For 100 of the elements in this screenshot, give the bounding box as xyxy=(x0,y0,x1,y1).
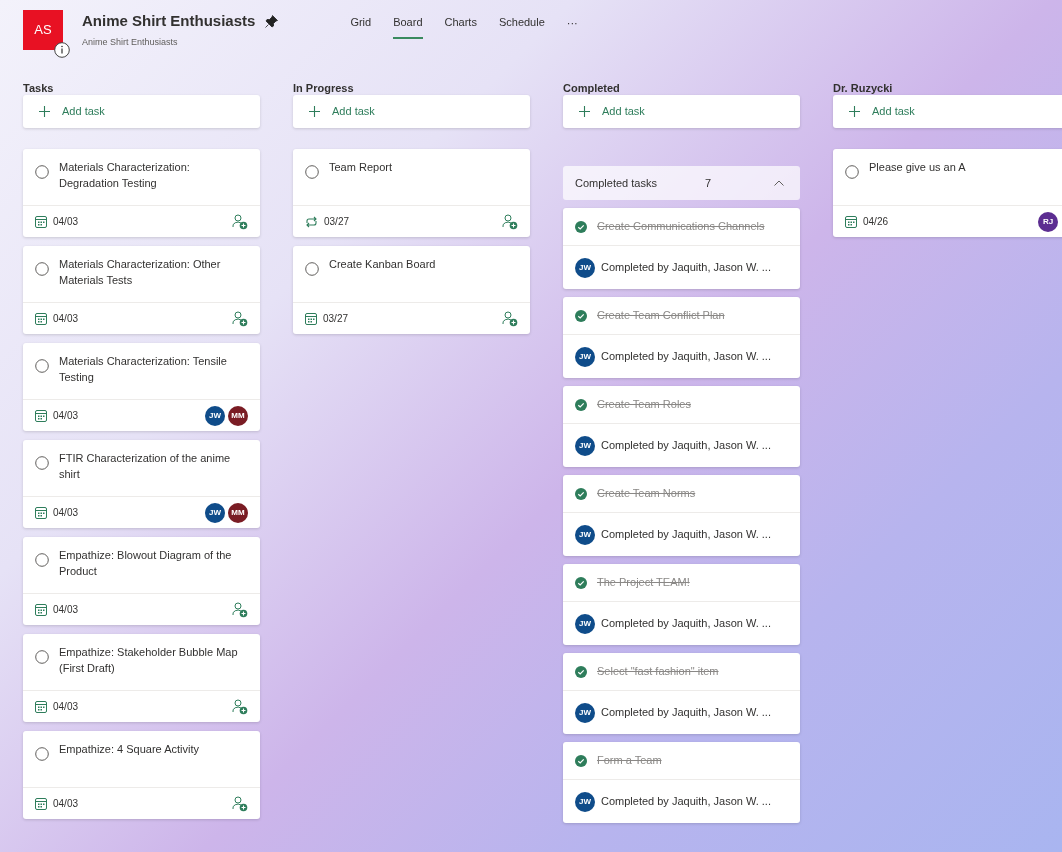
due-date: 04/03 xyxy=(53,215,79,229)
completed-by-text: Completed by Jaquith, Jason W. ... xyxy=(601,527,771,543)
check-circle-icon[interactable] xyxy=(575,487,587,500)
add-person-icon[interactable] xyxy=(232,698,248,715)
plus-icon xyxy=(309,106,320,117)
completed-task-card[interactable]: Create Team Roles JW Completed by Jaquith, Jason W. ... xyxy=(563,386,800,467)
task-card[interactable]: Empathize: Stakeholder Bubble Map (First Draft) 04/03 xyxy=(23,634,260,722)
completed-tasks-toggle[interactable]: Completed tasks 7 xyxy=(563,166,800,200)
task-title: Create Communications Channels xyxy=(597,219,765,235)
add-task-button[interactable]: Add task xyxy=(23,95,260,128)
circle-checkbox-icon[interactable] xyxy=(35,262,49,276)
add-person-icon[interactable] xyxy=(232,310,248,327)
avatar: JW xyxy=(575,702,595,723)
circle-checkbox-icon[interactable] xyxy=(305,165,319,179)
completed-by-text: Completed by Jaquith, Jason W. ... xyxy=(601,794,771,810)
add-task-button[interactable]: Add task xyxy=(833,95,1062,128)
tab[interactable]: Grid xyxy=(350,14,372,39)
tab[interactable]: Schedule xyxy=(498,14,545,39)
plus-icon xyxy=(579,106,590,117)
task-title: Please give us an A xyxy=(869,160,966,175)
circle-checkbox-icon[interactable] xyxy=(35,456,49,470)
avatar: JW xyxy=(575,257,595,278)
task-card[interactable]: Materials Characterization: Tensile Testing 04/03 JW MM xyxy=(23,343,260,431)
completed-by-text: Completed by Jaquith, Jason W. ... xyxy=(601,616,771,632)
task-card[interactable]: Create Kanban Board 03/27 xyxy=(293,246,530,334)
circle-checkbox-icon[interactable] xyxy=(35,165,49,179)
plus-icon xyxy=(39,106,50,117)
check-circle-icon[interactable] xyxy=(575,665,587,678)
circle-checkbox-icon[interactable] xyxy=(35,553,49,567)
task-title: Create Team Roles xyxy=(597,397,691,413)
check-circle-icon[interactable] xyxy=(575,220,587,233)
tab[interactable]: Board xyxy=(393,14,423,39)
add-person-icon[interactable] xyxy=(232,601,248,618)
avatar: JW xyxy=(575,613,595,634)
avatar: JW xyxy=(205,502,225,523)
avatar: JW xyxy=(575,524,595,545)
check-circle-icon[interactable] xyxy=(575,576,587,589)
due-date: 04/03 xyxy=(53,312,79,326)
calendar-icon xyxy=(35,215,47,228)
task-title: Empathize: 4 Square Activity xyxy=(59,742,199,757)
completed-task-card[interactable]: Create Team Conflict Plan JW Completed by Jaquith, Jason W. ... xyxy=(563,297,800,378)
task-card[interactable]: Empathize: Blowout Diagram of the Product 04/03 xyxy=(23,537,260,625)
add-task-button[interactable]: Add task xyxy=(563,95,800,128)
avatar: JW xyxy=(575,346,595,367)
add-person-icon[interactable] xyxy=(232,213,248,230)
tab[interactable]: Charts xyxy=(444,14,477,39)
calendar-icon xyxy=(35,700,47,713)
repeat-icon xyxy=(305,215,318,228)
task-title: Create Kanban Board xyxy=(329,257,436,272)
more-button[interactable]: ··· xyxy=(566,15,578,38)
check-circle-icon[interactable] xyxy=(575,754,587,767)
completed-task-card[interactable]: Select "fast fashion" item JW Completed by Jaquith, Jason W. ... xyxy=(563,653,800,734)
task-card[interactable]: Team Report 03/27 xyxy=(293,149,530,237)
task-title: The Project TEAM! xyxy=(597,575,690,591)
task-title: Materials Characterization: Other Materials Tests xyxy=(59,257,222,288)
task-title: Create Team Norms xyxy=(597,486,696,502)
add-task-button[interactable]: Add task xyxy=(293,95,530,128)
due-date: 04/03 xyxy=(53,506,79,520)
bucket-title: Dr. Ruzycki xyxy=(833,81,894,95)
plus-icon xyxy=(849,106,860,117)
circle-checkbox-icon[interactable] xyxy=(35,359,49,373)
due-date: 03/27 xyxy=(324,215,350,229)
circle-checkbox-icon[interactable] xyxy=(35,650,49,664)
task-title: FTIR Characterization of the anime shirt xyxy=(59,451,232,482)
task-card[interactable]: Please give us an A 04/26 RJ xyxy=(833,149,1062,237)
avatar: JW xyxy=(575,435,595,456)
task-title: Empathize: Stakeholder Bubble Map (First Draft) xyxy=(59,645,239,676)
due-date: 04/26 xyxy=(863,215,889,229)
task-title: Materials Characterization: Tensile Testing xyxy=(59,354,228,385)
task-title: Empathize: Blowout Diagram of the Product xyxy=(59,548,233,579)
task-card[interactable]: FTIR Characterization of the anime shirt 04/03 JW MM xyxy=(23,440,260,528)
plan-subtitle: Anime Shirt Enthusiasts xyxy=(82,35,179,49)
task-title: Create Team Conflict Plan xyxy=(597,308,725,324)
task-title: Team Report xyxy=(329,160,392,175)
circle-checkbox-icon[interactable] xyxy=(305,262,319,276)
plan-title: Anime Shirt Enthusiasts xyxy=(82,11,256,31)
completed-by-text: Completed by Jaquith, Jason W. ... xyxy=(601,438,771,454)
task-card[interactable]: Materials Characterization: Other Materials Tests 04/03 xyxy=(23,246,260,334)
add-person-icon[interactable] xyxy=(502,310,518,327)
avatar: JW xyxy=(575,791,595,812)
bucket-title: In Progress xyxy=(293,81,355,95)
due-date: 04/03 xyxy=(53,700,79,714)
completed-task-card[interactable]: Form a Team JW Completed by Jaquith, Jason W. ... xyxy=(563,742,800,823)
info-icon[interactable] xyxy=(54,42,70,58)
completed-by-text: Completed by Jaquith, Jason W. ... xyxy=(601,349,771,365)
task-card[interactable]: Materials Characterization: Degradation Testing 04/03 xyxy=(23,149,260,237)
check-circle-icon[interactable] xyxy=(575,309,587,322)
task-title: Select "fast fashion" item xyxy=(597,664,719,680)
add-person-icon[interactable] xyxy=(232,795,248,812)
circle-checkbox-icon[interactable] xyxy=(35,747,49,761)
completed-task-card[interactable]: The Project TEAM! JW Completed by Jaquith, Jason W. ... xyxy=(563,564,800,645)
circle-checkbox-icon[interactable] xyxy=(845,165,859,179)
add-person-icon[interactable] xyxy=(502,213,518,230)
task-card[interactable]: Empathize: 4 Square Activity 04/03 xyxy=(23,731,260,819)
completed-task-card[interactable]: Create Communications Channels JW Completed by Jaquith, Jason W. ... xyxy=(563,208,800,289)
pin-icon[interactable] xyxy=(265,14,279,28)
due-date: 03/27 xyxy=(323,312,349,326)
check-circle-icon[interactable] xyxy=(575,398,587,411)
avatar: RJ xyxy=(1038,211,1058,232)
completed-task-card[interactable]: Create Team Norms JW Completed by Jaquith, Jason W. ... xyxy=(563,475,800,556)
